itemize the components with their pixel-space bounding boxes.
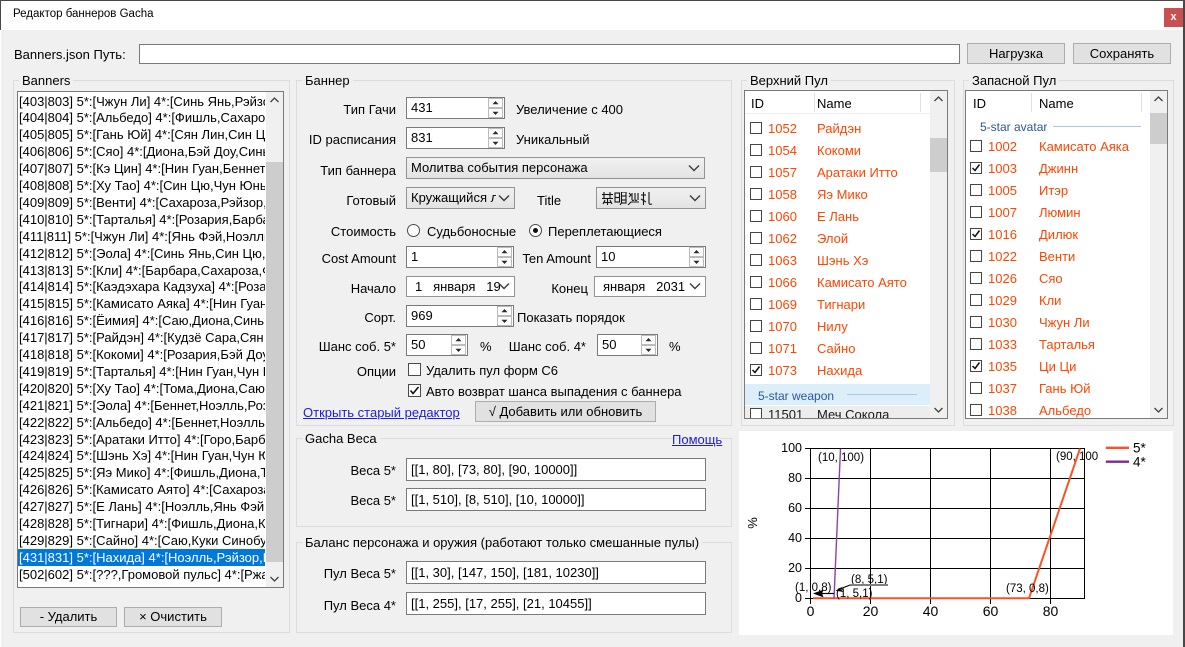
svg-text:80: 80 [788, 471, 802, 485]
svg-text:80: 80 [1043, 603, 1059, 619]
svg-text:(10, 100): (10, 100) [818, 452, 864, 464]
svg-text:(73, 0,8): (73, 0,8) [1006, 583, 1049, 595]
svg-text:60: 60 [788, 501, 802, 515]
svg-text:20: 20 [863, 603, 879, 619]
svg-text:20: 20 [788, 561, 802, 575]
svg-text:(1, 5,1): (1, 5,1) [836, 588, 873, 600]
svg-text:60: 60 [983, 603, 999, 619]
svg-text:(90, 100): (90, 100) [1056, 451, 1102, 463]
svg-text:(1, 0,8): (1, 0,8) [795, 582, 832, 594]
svg-text:5*: 5* [1133, 441, 1147, 456]
svg-text:4*: 4* [1133, 455, 1147, 470]
svg-text:%: % [745, 517, 760, 529]
svg-text:40: 40 [788, 531, 802, 545]
svg-text:40: 40 [923, 603, 939, 619]
svg-text:0: 0 [807, 603, 815, 619]
svg-text:100: 100 [781, 441, 802, 455]
